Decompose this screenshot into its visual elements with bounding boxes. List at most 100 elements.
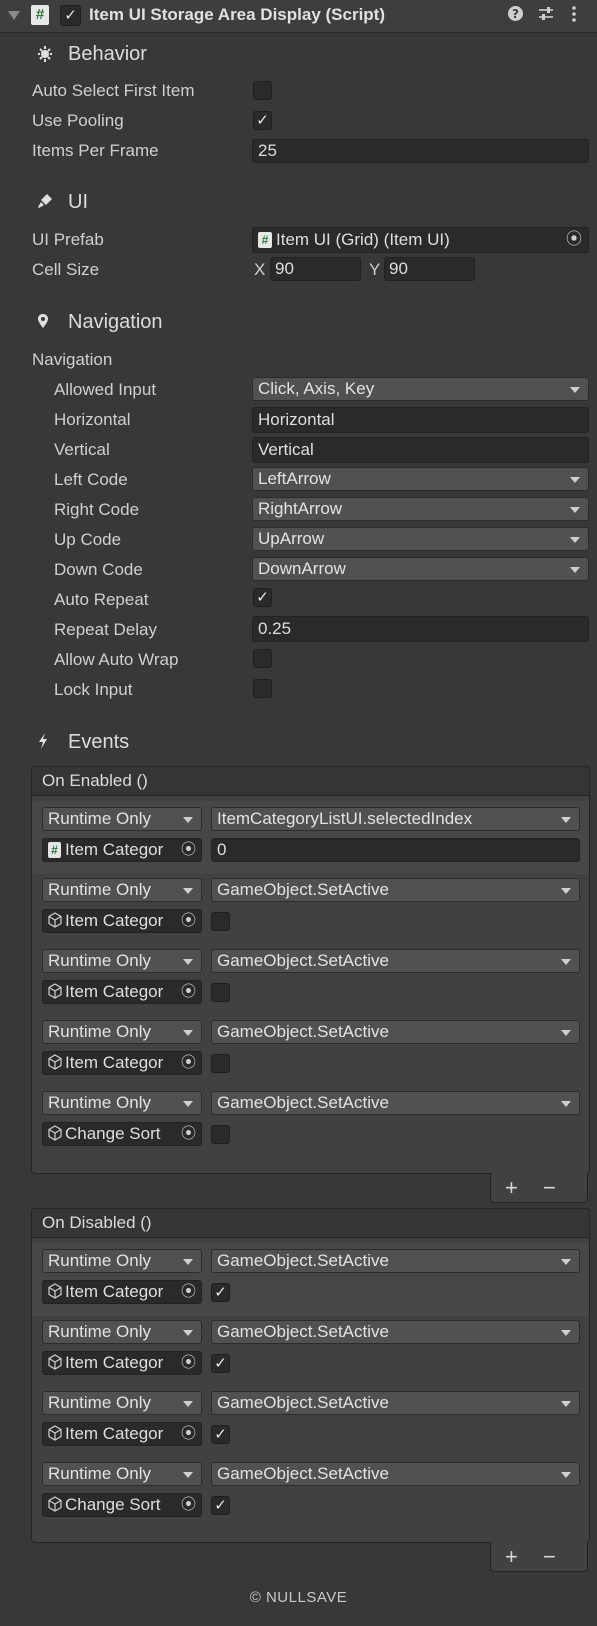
- target-object-field[interactable]: Item Categor ⦿: [42, 1422, 202, 1446]
- function-dropdown[interactable]: GameObject.SetActive: [211, 1249, 580, 1273]
- function-dropdown[interactable]: GameObject.SetActive: [211, 1091, 580, 1115]
- runtime-mode-dropdown[interactable]: Runtime Only: [42, 949, 202, 973]
- chevron-down-icon: [561, 1330, 571, 1336]
- argument-checkbox[interactable]: ✓: [211, 1354, 230, 1373]
- items-per-frame-field[interactable]: 25: [252, 139, 589, 163]
- target-object-field[interactable]: # Item Categor ⦿: [42, 838, 202, 862]
- navigation-section-title[interactable]: Navigation: [68, 311, 163, 334]
- object-picker-icon[interactable]: ⦿: [181, 1123, 196, 1145]
- runtime-mode-dropdown[interactable]: Runtime Only: [42, 1462, 202, 1486]
- script-icon: #: [48, 842, 61, 858]
- menu-icon[interactable]: [571, 5, 577, 28]
- function-value: GameObject.SetActive: [217, 1464, 389, 1483]
- function-dropdown[interactable]: GameObject.SetActive: [211, 949, 580, 973]
- target-object-field[interactable]: Item Categor ⦿: [42, 1051, 202, 1075]
- runtime-mode-dropdown[interactable]: Runtime Only: [42, 1391, 202, 1415]
- ui-section-title[interactable]: UI: [68, 191, 88, 214]
- vertical-field[interactable]: Vertical: [252, 437, 589, 463]
- target-object-field[interactable]: Item Categor ⦿: [42, 1280, 202, 1304]
- target-object-field[interactable]: Change Sort ⦿: [42, 1122, 202, 1146]
- cell-size-x-field[interactable]: 90: [270, 257, 361, 281]
- allowed-input-dropdown[interactable]: Click, Axis, Key: [252, 377, 589, 401]
- component-enabled-checkbox[interactable]: ✓: [60, 5, 81, 26]
- add-listener-button[interactable]: +: [505, 1175, 518, 1201]
- chevron-down-icon: [561, 1472, 571, 1478]
- down-code-dropdown[interactable]: DownArrow: [252, 557, 589, 581]
- function-dropdown[interactable]: GameObject.SetActive: [211, 1320, 580, 1344]
- function-value: GameObject.SetActive: [217, 1022, 389, 1041]
- horizontal-field[interactable]: Horizontal: [252, 407, 589, 433]
- allow-auto-wrap-label: Allow Auto Wrap: [54, 650, 179, 669]
- use-pooling-checkbox[interactable]: ✓: [253, 111, 272, 130]
- remove-listener-button[interactable]: −: [543, 1175, 556, 1201]
- argument-checkbox[interactable]: ✓: [211, 1425, 230, 1444]
- foldout-arrow-icon[interactable]: [8, 11, 20, 20]
- runtime-mode-dropdown[interactable]: Runtime Only: [42, 1091, 202, 1115]
- gameobject-cube-icon: [47, 912, 63, 930]
- auto-repeat-checkbox[interactable]: ✓: [253, 588, 272, 607]
- behavior-section-title[interactable]: Behavior: [68, 43, 147, 66]
- argument-checkbox[interactable]: ✓: [211, 1283, 230, 1302]
- help-icon[interactable]: ?: [507, 5, 524, 27]
- target-object-field[interactable]: Item Categor ⦿: [42, 909, 202, 933]
- function-dropdown[interactable]: GameObject.SetActive: [211, 1462, 580, 1486]
- navigation-group-label[interactable]: Navigation: [32, 350, 112, 370]
- argument-checkbox[interactable]: ✓: [211, 1496, 230, 1515]
- chevron-down-icon: [183, 959, 193, 965]
- repeat-delay-field[interactable]: 0.25: [252, 616, 589, 642]
- ui-prefab-value: Item UI (Grid) (Item UI): [276, 230, 450, 249]
- cell-size-y-label: Y: [369, 260, 381, 279]
- argument-checkbox[interactable]: [211, 1054, 230, 1073]
- gameobject-cube-icon: [47, 1054, 63, 1072]
- gameobject-cube-icon: [47, 1283, 63, 1301]
- lock-input-checkbox[interactable]: [253, 679, 272, 698]
- right-code-dropdown[interactable]: RightArrow: [252, 497, 589, 521]
- argument-checkbox[interactable]: [211, 1125, 230, 1144]
- up-code-dropdown[interactable]: UpArrow: [252, 527, 589, 551]
- object-picker-icon[interactable]: ⦿: [181, 910, 196, 932]
- function-dropdown[interactable]: GameObject.SetActive: [211, 878, 580, 902]
- object-picker-icon[interactable]: ⦿: [181, 1423, 196, 1445]
- target-object-field[interactable]: Item Categor ⦿: [42, 980, 202, 1004]
- runtime-mode-dropdown[interactable]: Runtime Only: [42, 1020, 202, 1044]
- object-picker-icon[interactable]: ⦿: [181, 1052, 196, 1074]
- events-section-title[interactable]: Events: [68, 731, 129, 754]
- runtime-mode-dropdown[interactable]: Runtime Only: [42, 807, 202, 831]
- remove-listener-button[interactable]: −: [543, 1544, 556, 1570]
- function-dropdown[interactable]: GameObject.SetActive: [211, 1020, 580, 1044]
- up-code-value: UpArrow: [258, 529, 325, 548]
- target-object-field[interactable]: Change Sort ⦿: [42, 1493, 202, 1517]
- function-dropdown[interactable]: ItemCategoryListUI.selectedIndex: [211, 807, 580, 831]
- runtime-mode-dropdown[interactable]: Runtime Only: [42, 1249, 202, 1273]
- runtime-mode-dropdown[interactable]: Runtime Only: [42, 878, 202, 902]
- target-object-field[interactable]: Item Categor ⦿: [42, 1351, 202, 1375]
- left-code-label: Left Code: [54, 470, 128, 489]
- object-picker-icon[interactable]: ⦿: [181, 1281, 196, 1303]
- object-picker-icon[interactable]: ⦿: [181, 839, 196, 861]
- argument-checkbox[interactable]: [211, 912, 230, 931]
- allow-auto-wrap-checkbox[interactable]: [253, 649, 272, 668]
- chevron-down-icon: [561, 888, 571, 894]
- presets-icon[interactable]: [537, 5, 555, 27]
- object-picker-icon[interactable]: ⦿: [181, 1352, 196, 1374]
- runtime-mode-value: Runtime Only: [48, 1022, 151, 1041]
- runtime-mode-dropdown[interactable]: Runtime Only: [42, 1320, 202, 1344]
- cell-size-x-label: X: [254, 260, 266, 279]
- lightning-icon: [37, 733, 49, 754]
- function-dropdown[interactable]: GameObject.SetActive: [211, 1391, 580, 1415]
- argument-field[interactable]: 0: [211, 838, 580, 862]
- argument-checkbox[interactable]: [211, 983, 230, 1002]
- auto-select-checkbox[interactable]: [253, 81, 272, 100]
- ui-prefab-field[interactable]: # Item UI (Grid) (Item UI) ⦿: [252, 227, 589, 253]
- auto-repeat-label: Auto Repeat: [54, 590, 149, 609]
- left-code-value: LeftArrow: [258, 469, 331, 488]
- cell-size-y-field[interactable]: 90: [384, 257, 475, 281]
- left-code-dropdown[interactable]: LeftArrow: [252, 467, 589, 491]
- object-picker-icon[interactable]: ⦿: [566, 228, 582, 252]
- add-listener-button[interactable]: +: [505, 1544, 518, 1570]
- object-picker-icon[interactable]: ⦿: [181, 1494, 196, 1516]
- object-picker-icon[interactable]: ⦿: [181, 981, 196, 1003]
- function-value: GameObject.SetActive: [217, 1251, 389, 1270]
- gameobject-cube-icon: [47, 983, 63, 1001]
- horizontal-label: Horizontal: [54, 410, 131, 429]
